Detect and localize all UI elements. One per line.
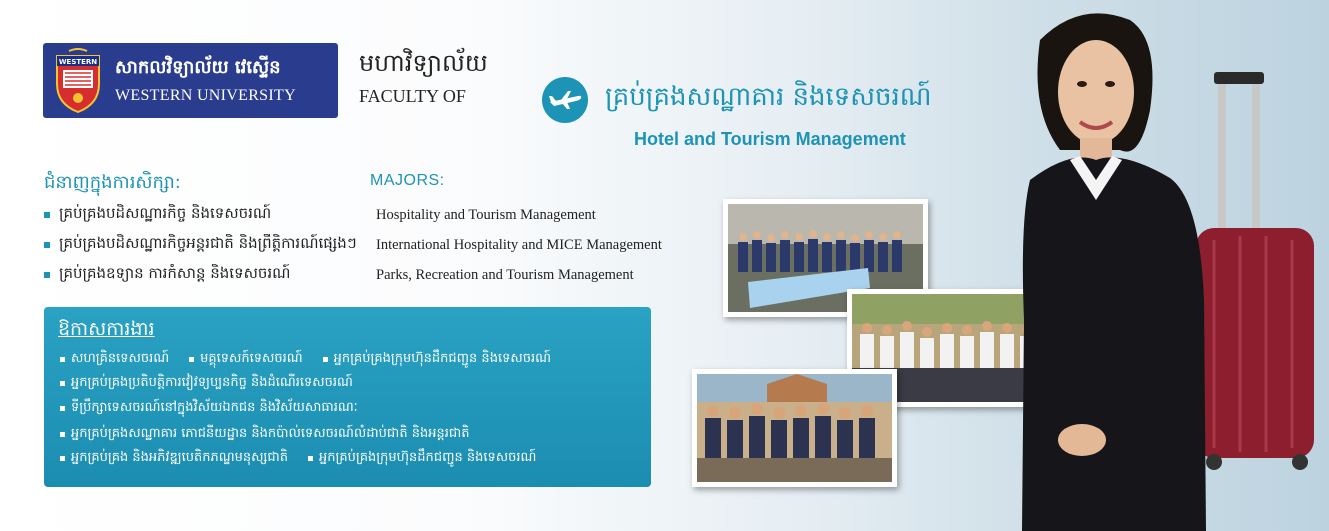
career-item: អ្នកគ្រប់គ្រងសណ្ឋាគារ ភោជនីយដ្ឋាន និងកប៉…: [71, 425, 470, 441]
bullet-icon: [44, 242, 50, 248]
career-opportunities-panel: ឱកាសការងារ សហគ្រិនទេសចរណ៍ មគ្គុទេសក៍ទេសច…: [44, 307, 651, 487]
major-english: International Hospitality and MICE Manag…: [376, 236, 662, 253]
bullet-icon: [60, 405, 65, 411]
majors-heading-english: MAJORS:: [370, 172, 445, 189]
major-khmer: គ្រប់គ្រងឧទ្យាន ការកំសាន្ត និងទេសចរណ៍: [59, 264, 291, 282]
career-line: ទីប្រឹក្សាទេសចរណ៍នៅក្នុងវិស័យឯកជន និងវិស…: [60, 398, 358, 418]
majors-heading-khmer: ជំនាញក្នុងការសិក្សា:: [44, 172, 181, 193]
bullet-icon: [60, 380, 65, 386]
bullet-icon: [60, 356, 65, 362]
faculty-label-khmer: មហាវិទ្យាល័យ: [359, 49, 488, 77]
career-title: ឱកាសការងារ: [58, 318, 155, 340]
woman-with-suitcase-image: [1000, 0, 1329, 531]
career-item: អ្នកគ្រប់គ្រងប្រតិបត្តិការវៀវទ្យប្បនកិច្…: [71, 374, 353, 390]
group-photo-3: [692, 369, 897, 487]
career-item: សហគ្រិនទេសចរណ៍: [71, 350, 170, 366]
career-item: អ្នកគ្រប់គ្រងក្រុមហ៊ុនដឹកជញ្ជូន និងទេសចរ…: [319, 449, 537, 465]
crest-label: WESTERN: [59, 58, 97, 66]
career-item: អ្នកគ្រប់គ្រង និងអភិវឌ្ឍបេតិកភណ្ឌមនុស្សជ…: [71, 449, 289, 465]
university-logo: WESTERN សាកលវិទ្យាល័យ វេស្ទើន WESTERN UN…: [43, 43, 338, 118]
career-line: សហគ្រិនទេសចរណ៍ មគ្គុទេសក៍ទេសចរណ៍ អ្នកគ្រ…: [60, 349, 551, 369]
bullet-icon: [44, 212, 50, 218]
logo-khmer-name: សាកលវិទ្យាល័យ វេស្ទើន: [115, 56, 281, 78]
major-item: គ្រប់គ្រងបដិសណ្ឋារកិច្ច និងទេសចរណ៍ Hospi…: [44, 203, 684, 227]
career-line: អ្នកគ្រប់គ្រងប្រតិបត្តិការវៀវទ្យប្បនកិច្…: [60, 373, 353, 393]
department-title-khmer: គ្រប់គ្រងសណ្ឋាគារ និងទេសចរណ៍: [605, 82, 932, 112]
bullet-icon: [60, 455, 65, 461]
bullet-icon: [308, 455, 314, 461]
career-item: មគ្គុទេសក៍ទេសចរណ៍: [200, 350, 303, 366]
bullet-icon: [189, 356, 195, 362]
bullet-icon: [322, 356, 328, 362]
major-english: Hospitality and Tourism Management: [376, 206, 596, 223]
airplane-icon: [542, 77, 588, 123]
logo-english-name: WESTERN UNIVERSITY: [115, 86, 296, 104]
career-item: ទីប្រឹក្សាទេសចរណ៍នៅក្នុងវិស័យឯកជន និងវិស…: [71, 399, 358, 415]
bullet-icon: [60, 431, 65, 437]
major-item: គ្រប់គ្រងបដិសណ្ឋារកិច្ចអន្តរជាតិ និងព្រឹ…: [44, 233, 684, 257]
career-line: អ្នកគ្រប់គ្រងសណ្ឋាគារ ភោជនីយដ្ឋាន និងកប៉…: [60, 424, 469, 444]
major-khmer: គ្រប់គ្រងបដិសណ្ឋារកិច្ច និងទេសចរណ៍: [59, 204, 272, 222]
career-item: អ្នកគ្រប់គ្រងក្រុមហ៊ុនដឹកជញ្ជូន និងទេសចរ…: [333, 350, 551, 366]
major-khmer: គ្រប់គ្រងបដិសណ្ឋារកិច្ចអន្តរជាតិ និងព្រឹ…: [59, 234, 357, 252]
major-item: គ្រប់គ្រងឧទ្យាន ការកំសាន្ត និងទេសចរណ៍ Pa…: [44, 263, 684, 287]
bullet-icon: [44, 272, 50, 278]
career-line: អ្នកគ្រប់គ្រង និងអភិវឌ្ឍបេតិកភណ្ឌមនុស្សជ…: [60, 448, 536, 468]
crest-icon: WESTERN: [51, 47, 105, 114]
department-title-english: Hotel and Tourism Management: [634, 129, 906, 149]
major-english: Parks, Recreation and Tourism Management: [376, 266, 634, 283]
faculty-label-english: FACULTY OF: [359, 86, 466, 106]
